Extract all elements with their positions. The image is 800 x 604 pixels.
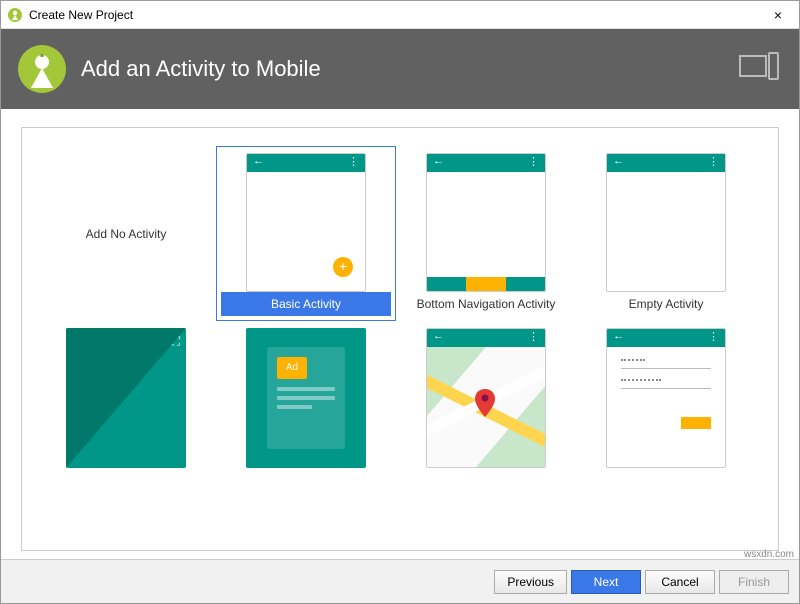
thumbnail-basic: + [246,153,366,292]
ad-badge: Ad [277,357,307,379]
thumbnail-fullscreen: ← ⛶ [66,328,186,468]
wizard-header: Add an Activity to Mobile [1,29,799,109]
thumbnail-empty [606,153,726,292]
activity-label: Bottom Navigation Activity [401,292,571,316]
app-icon [7,7,23,23]
device-outline-icon [739,52,779,87]
fab-icon: + [333,257,353,277]
cancel-button[interactable]: Cancel [645,570,715,594]
thumbnail-maps [426,328,546,468]
activity-label: Add No Activity [41,227,211,241]
android-studio-logo-icon [17,44,67,94]
close-icon[interactable]: × [763,7,793,23]
previous-button[interactable]: Previous [494,570,567,594]
activity-grid: Add No Activity + Basic Activity Bottom … [36,146,764,496]
activity-option-login[interactable] [576,321,756,496]
window-title: Create New Project [29,8,133,22]
activity-option-empty[interactable]: Empty Activity [576,146,756,321]
finish-button[interactable]: Finish [719,570,789,594]
activity-option-bottom-nav[interactable]: Bottom Navigation Activity [396,146,576,321]
watermark: wsxdn.com [744,549,794,560]
thumbnail-login [606,328,726,468]
map-pin-icon [475,389,495,417]
activity-option-fullscreen[interactable]: ← ⛶ [36,321,216,496]
activity-option-admob[interactable]: Ad [216,321,396,496]
next-button[interactable]: Next [571,570,641,594]
activity-option-none[interactable]: Add No Activity [36,146,216,321]
activity-option-basic[interactable]: + Basic Activity [216,146,396,321]
titlebar: Create New Project × [1,1,799,29]
wizard-footer: Previous Next Cancel Finish [1,559,799,603]
thumbnail-admob: Ad [246,328,366,468]
activity-option-maps[interactable] [396,321,576,496]
content-area: Add No Activity + Basic Activity Bottom … [1,109,799,559]
activity-label: Basic Activity [221,292,391,316]
activity-grid-container: Add No Activity + Basic Activity Bottom … [21,127,779,551]
thumbnail-bottom-nav [426,153,546,292]
header-title: Add an Activity to Mobile [81,56,739,82]
activity-label: Empty Activity [581,292,751,316]
